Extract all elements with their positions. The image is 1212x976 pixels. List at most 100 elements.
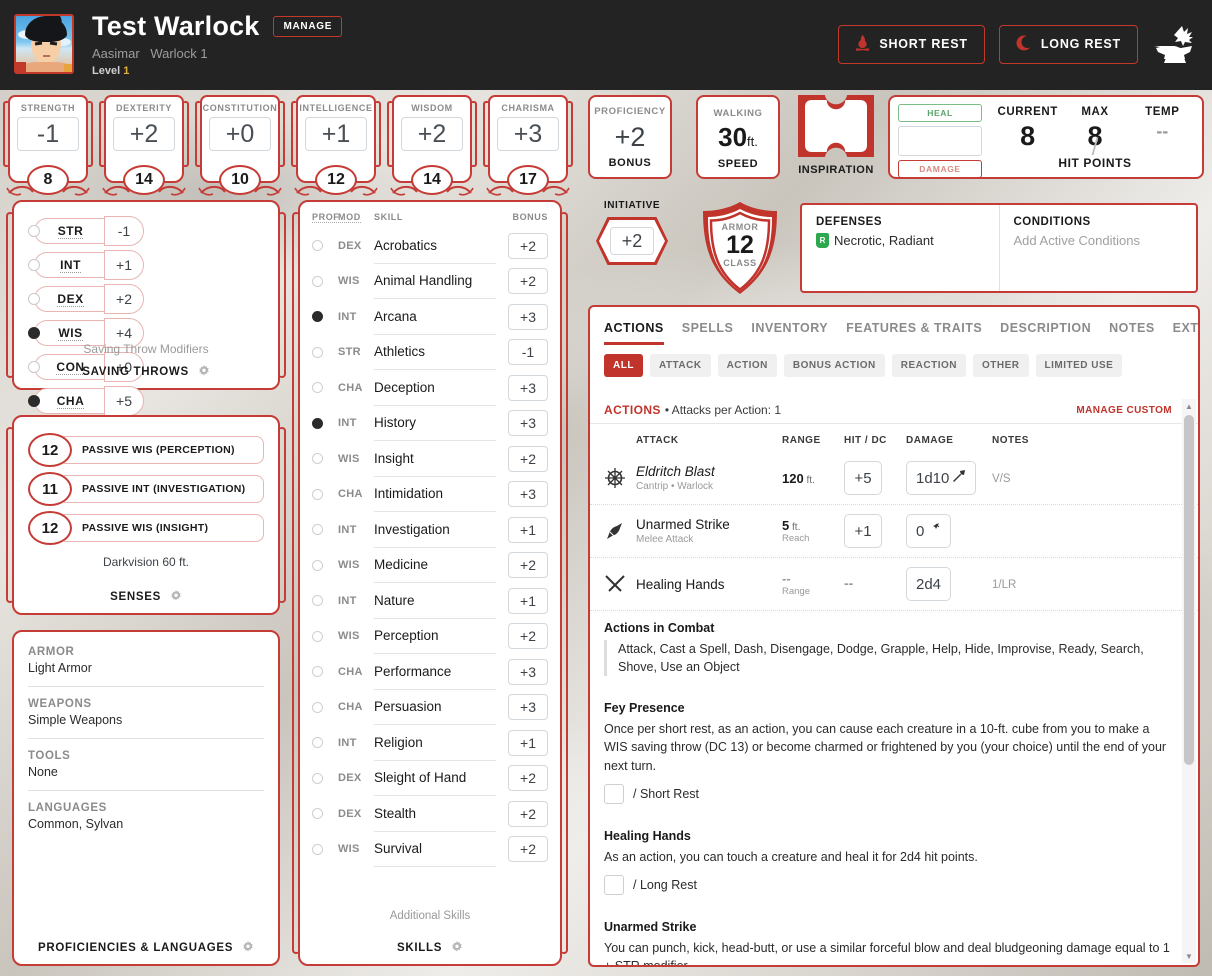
skill-bonus[interactable]: +2 bbox=[508, 623, 548, 650]
skill-bonus[interactable]: +2 bbox=[508, 836, 548, 863]
filter-chip-other[interactable]: OTHER bbox=[973, 354, 1029, 377]
skill-row[interactable]: INT History +3 bbox=[300, 406, 560, 441]
anvil-icon[interactable] bbox=[1152, 24, 1198, 64]
skill-bonus[interactable]: +3 bbox=[508, 694, 548, 721]
filter-chip-all[interactable]: ALL bbox=[604, 354, 643, 377]
skills-note[interactable]: Additional Skills bbox=[300, 910, 560, 922]
proficiency-dot[interactable] bbox=[312, 666, 323, 678]
ability-block-strength[interactable]: STRENGTH -1 8 bbox=[3, 95, 93, 196]
skill-bonus[interactable]: +3 bbox=[508, 410, 548, 437]
skill-bonus[interactable]: +2 bbox=[508, 800, 548, 827]
ability-score[interactable]: 10 bbox=[219, 165, 261, 195]
proficiency-dot[interactable] bbox=[312, 701, 323, 713]
skill-row[interactable]: WIS Medicine +2 bbox=[300, 548, 560, 583]
gear-icon[interactable] bbox=[170, 590, 182, 605]
skill-bonus[interactable]: +3 bbox=[508, 481, 548, 508]
proficiency-dot[interactable] bbox=[312, 240, 323, 252]
skill-bonus[interactable]: +1 bbox=[508, 516, 548, 543]
skill-row[interactable]: CHA Deception +3 bbox=[300, 370, 560, 406]
skill-row[interactable]: STR Athletics -1 bbox=[300, 335, 560, 370]
tab-actions[interactable]: ACTIONS bbox=[604, 321, 664, 345]
ability-score[interactable]: 14 bbox=[411, 165, 453, 195]
attack-row[interactable]: Eldritch Blast Cantrip • Warlock 120 ft. +5… bbox=[590, 452, 1198, 505]
filter-chip-bonus-action[interactable]: BONUS ACTION bbox=[783, 354, 885, 377]
ability-block-dexterity[interactable]: DEXTERITY +2 14 bbox=[99, 95, 189, 196]
sense-row[interactable]: 12 PASSIVE WIS (INSIGHT) bbox=[28, 511, 264, 545]
proficiency-dot[interactable] bbox=[312, 630, 323, 642]
damage-button[interactable]: DAMAGE bbox=[898, 160, 982, 178]
attack-name[interactable]: Unarmed Strike bbox=[636, 517, 730, 532]
skill-row[interactable]: CHA Persuasion +3 bbox=[300, 690, 560, 725]
skill-row[interactable]: WIS Insight +2 bbox=[300, 441, 560, 477]
proficiency-dot[interactable] bbox=[28, 327, 40, 339]
attack-row[interactable]: Healing Hands -- Range -- 2d4 1/LR bbox=[590, 558, 1198, 611]
skill-row[interactable]: DEX Stealth +2 bbox=[300, 796, 560, 832]
tab-description[interactable]: DESCRIPTION bbox=[1000, 321, 1091, 345]
proficiency-dot[interactable] bbox=[28, 395, 40, 407]
proficiency-dot[interactable] bbox=[28, 293, 40, 305]
skill-row[interactable]: INT Investigation +1 bbox=[300, 512, 560, 548]
skill-row[interactable]: DEX Sleight of Hand +2 bbox=[300, 761, 560, 796]
proficiency-dot[interactable] bbox=[312, 453, 323, 465]
skill-bonus[interactable]: +2 bbox=[508, 232, 548, 259]
skill-row[interactable]: WIS Perception +2 bbox=[300, 619, 560, 654]
tab-extras[interactable]: EXTRAS bbox=[1173, 321, 1198, 345]
saving-throw-dex[interactable]: DEX +2 bbox=[28, 284, 144, 314]
tab-notes[interactable]: NOTES bbox=[1109, 321, 1155, 345]
conditions-placeholder[interactable]: Add Active Conditions bbox=[1014, 233, 1183, 248]
proficiency-dot[interactable] bbox=[312, 346, 323, 358]
gear-icon[interactable] bbox=[198, 365, 210, 380]
proficiency-dot[interactable] bbox=[312, 488, 323, 500]
hp-amount-input[interactable] bbox=[898, 126, 982, 156]
conditions-column[interactable]: CONDITIONS Add Active Conditions bbox=[998, 205, 1197, 291]
manage-custom-link[interactable]: MANAGE CUSTOM bbox=[1076, 405, 1172, 416]
proficiency-dot[interactable] bbox=[312, 772, 323, 784]
proficiency-dot[interactable] bbox=[28, 225, 40, 237]
long-rest-button[interactable]: LONG REST bbox=[998, 24, 1138, 64]
speed-block[interactable]: WALKING 30ft. SPEED bbox=[696, 95, 780, 179]
ability-score[interactable]: 14 bbox=[123, 165, 165, 195]
short-rest-button[interactable]: SHORT REST bbox=[838, 24, 985, 64]
ability-score[interactable]: 17 bbox=[507, 165, 549, 195]
skill-bonus[interactable]: +2 bbox=[508, 268, 548, 295]
skill-row[interactable]: INT Religion +1 bbox=[300, 725, 560, 761]
avatar[interactable] bbox=[14, 14, 74, 74]
skill-row[interactable]: WIS Animal Handling +2 bbox=[300, 264, 560, 299]
attack-damage[interactable]: 2d4 bbox=[906, 567, 952, 601]
attack-damage[interactable]: 1d10 bbox=[906, 461, 977, 495]
attack-hit[interactable]: +5 bbox=[844, 461, 882, 495]
sense-row[interactable]: 12 PASSIVE WIS (PERCEPTION) bbox=[28, 433, 264, 467]
skill-bonus[interactable]: +3 bbox=[508, 658, 548, 685]
hp-temp-col[interactable]: TEMP -- bbox=[1129, 106, 1196, 152]
content-scrollbar[interactable]: ▲ ▼ bbox=[1182, 399, 1196, 963]
proficiency-dot[interactable] bbox=[312, 559, 323, 571]
skill-row[interactable]: INT Arcana +3 bbox=[300, 299, 560, 335]
ability-block-intelligence[interactable]: INTELLIGENCE +1 12 bbox=[291, 95, 381, 196]
attack-damage[interactable]: 0 bbox=[906, 514, 952, 548]
attack-hit[interactable]: +1 bbox=[844, 514, 882, 548]
saving-throw-cha[interactable]: CHA +5 bbox=[28, 386, 144, 416]
proficiency-dot[interactable] bbox=[312, 524, 323, 536]
defenses-column[interactable]: DEFENSES R Necrotic, Radiant bbox=[802, 205, 999, 291]
manage-button[interactable]: MANAGE bbox=[273, 16, 343, 37]
skill-row[interactable]: CHA Intimidation +3 bbox=[300, 477, 560, 512]
skill-row[interactable]: INT Nature +1 bbox=[300, 583, 560, 619]
gear-icon[interactable] bbox=[242, 941, 254, 956]
filter-chip-action[interactable]: ACTION bbox=[717, 354, 777, 377]
ability-block-constitution[interactable]: CONSTITUTION +0 10 bbox=[195, 95, 285, 196]
scrollbar-thumb[interactable] bbox=[1184, 415, 1194, 765]
filter-chip-attack[interactable]: ATTACK bbox=[649, 354, 711, 377]
proficiency-dot[interactable] bbox=[28, 361, 40, 373]
tab-features-traits[interactable]: FEATURES & TRAITS bbox=[846, 321, 982, 345]
scroll-down-icon[interactable]: ▼ bbox=[1182, 949, 1196, 963]
skill-bonus[interactable]: +2 bbox=[508, 445, 548, 472]
skill-bonus[interactable]: +2 bbox=[508, 765, 548, 792]
proficiency-dot[interactable] bbox=[312, 808, 323, 820]
skill-bonus[interactable]: +3 bbox=[508, 374, 548, 401]
filter-chip-limited-use[interactable]: LIMITED USE bbox=[1035, 354, 1123, 377]
proficiency-dot[interactable] bbox=[312, 275, 323, 287]
ability-block-charisma[interactable]: CHARISMA +3 17 bbox=[483, 95, 573, 196]
gear-icon[interactable] bbox=[451, 941, 463, 956]
proficiency-dot[interactable] bbox=[312, 382, 323, 394]
saving-throw-str[interactable]: STR -1 bbox=[28, 216, 144, 246]
